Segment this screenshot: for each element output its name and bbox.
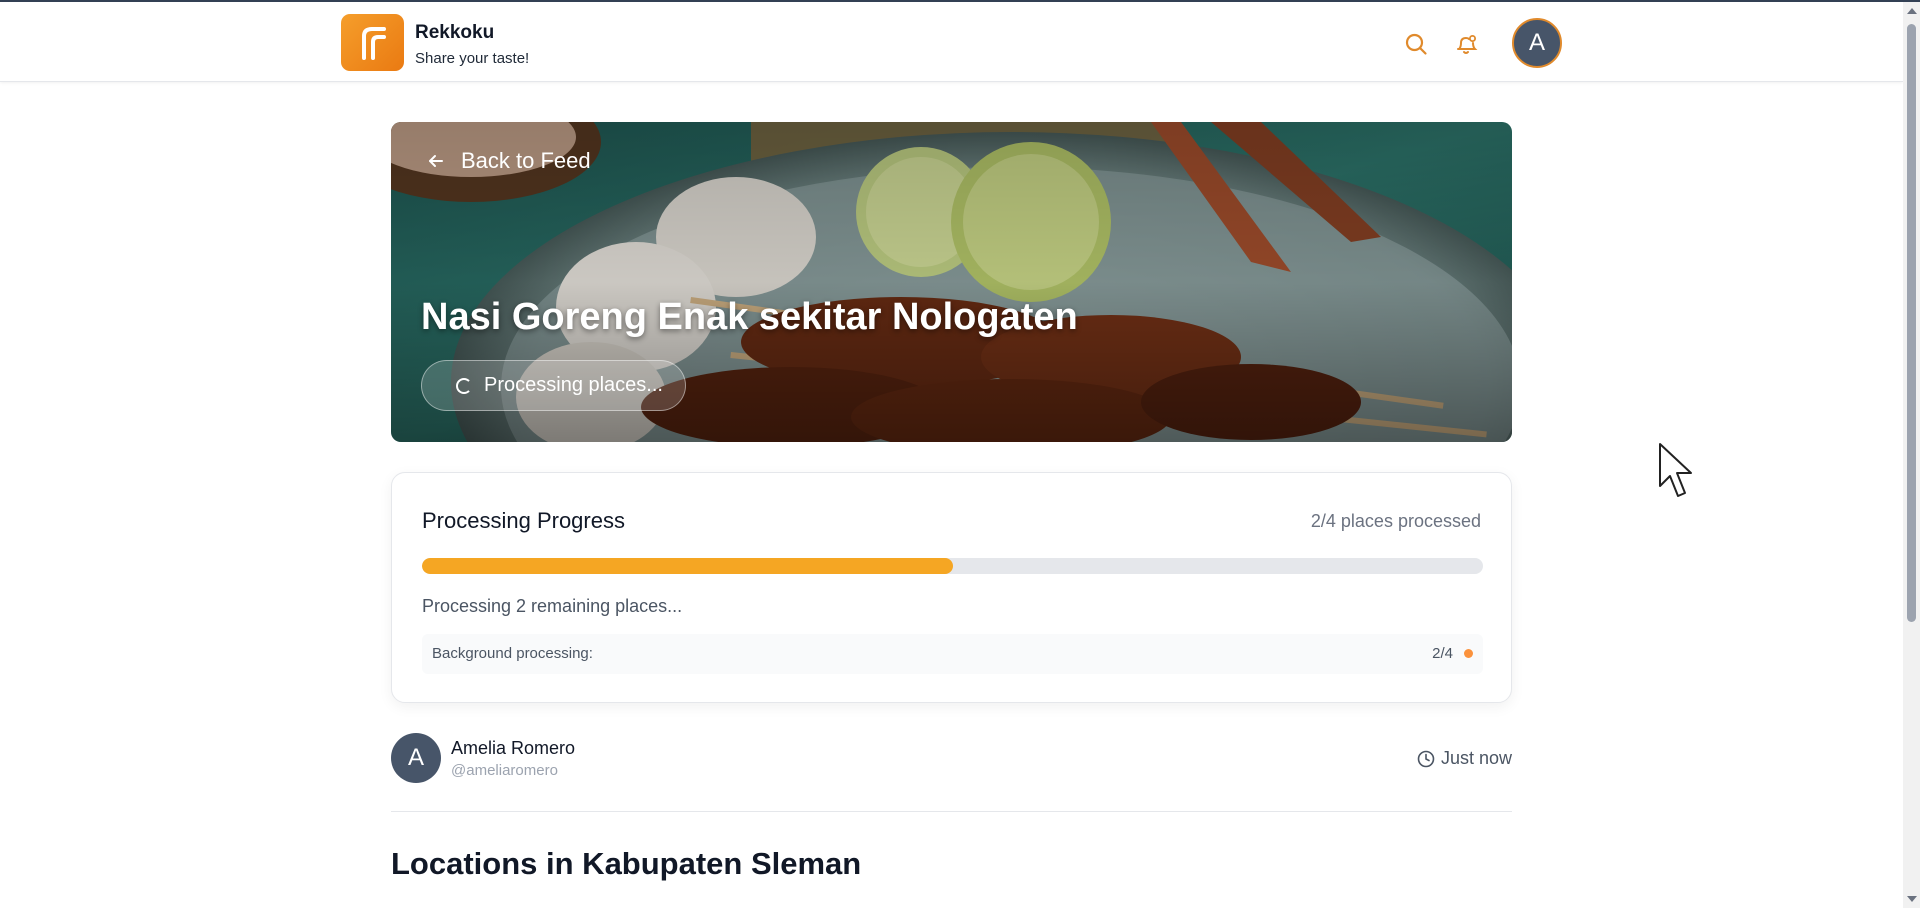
app-header: Rekkoku Share your taste! A — [0, 2, 1903, 82]
bell-icon[interactable] — [1452, 30, 1480, 58]
app-tagline: Share your taste! — [415, 50, 530, 67]
page-title: Nasi Goreng Enak sekitar Nologaten — [421, 296, 1078, 338]
user-avatar[interactable]: A — [1512, 18, 1562, 68]
author-handle: @ameliaromero — [451, 762, 558, 779]
processing-status-pill: Processing places... — [421, 360, 686, 411]
locations-section-title: Locations in Kabupaten Sleman — [391, 846, 862, 881]
page-scrollbar[interactable] — [1903, 2, 1920, 908]
processing-status-label: Processing places... — [484, 374, 663, 396]
progress-status-text: Processing 2 remaining places... — [422, 596, 683, 616]
logo-icon — [361, 26, 386, 60]
scroll-down-icon[interactable] — [1907, 896, 1917, 902]
app-logo[interactable] — [341, 14, 404, 71]
background-processing-label: Background processing: — [432, 645, 593, 662]
section-divider — [391, 811, 1512, 812]
progress-bar-fill — [422, 558, 953, 574]
back-to-feed-label: Back to Feed — [461, 148, 591, 173]
mouse-cursor-icon — [1659, 443, 1692, 497]
app-name[interactable]: Rekkoku — [415, 22, 494, 44]
clock-icon — [1417, 750, 1435, 767]
progress-count: 2/4 places processed — [1310, 511, 1481, 531]
scroll-thumb[interactable] — [1907, 24, 1916, 622]
search-icon[interactable] — [1402, 30, 1430, 58]
author-avatar[interactable]: A — [391, 733, 441, 783]
background-processing-count: 2/4 — [1432, 645, 1453, 662]
spinner-icon — [456, 377, 472, 394]
status-dot-icon — [1464, 649, 1473, 658]
timestamp-label: Just now — [1440, 748, 1512, 768]
background-processing-row: Background processing: 2/4 — [422, 634, 1483, 674]
progress-title: Processing Progress — [422, 508, 625, 533]
arrow-left-icon — [429, 155, 443, 167]
author-name[interactable]: Amelia Romero — [451, 738, 575, 759]
progress-bar — [422, 558, 1483, 574]
processing-progress-card: Processing Progress 2/4 places processed… — [391, 472, 1512, 703]
scroll-up-icon[interactable] — [1907, 8, 1917, 14]
back-to-feed-link[interactable]: Back to Feed — [427, 148, 591, 174]
post-timestamp: Just now — [1417, 748, 1512, 769]
hero-banner: Back to Feed Nasi Goreng Enak sekitar No… — [391, 122, 1512, 442]
